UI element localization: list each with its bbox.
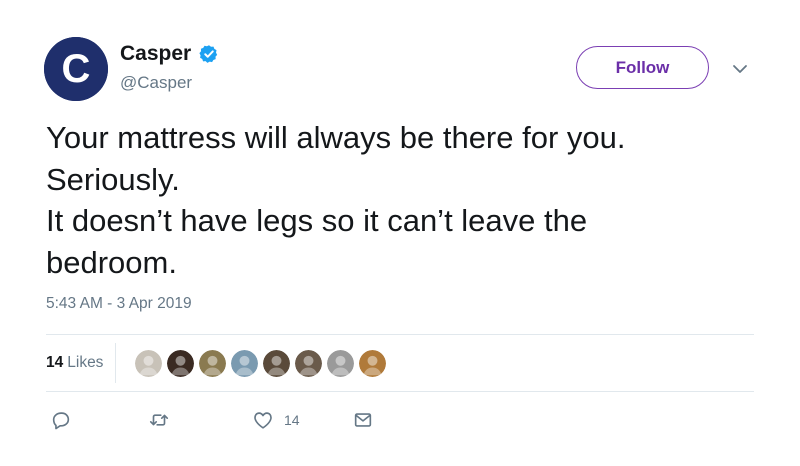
heart-icon [254,412,272,429]
direct-message-button[interactable] [352,405,374,435]
verified-icon [199,45,218,63]
liker-avatar[interactable] [294,348,324,378]
liker-avatar[interactable] [326,348,356,378]
reply-icon [52,412,70,430]
user-avatar-icon [295,349,323,377]
liker-avatar[interactable] [134,348,164,378]
liker-avatar[interactable] [262,348,292,378]
tweet-text-line: bedroom. [46,244,177,280]
likes-separator [115,343,117,383]
liker-avatar[interactable] [198,348,228,378]
tweet-text-line: Seriously. [46,161,180,197]
liker-avatars [134,348,388,378]
message-icon [354,413,372,427]
retweet-icon [149,414,169,426]
tweet-timestamp[interactable]: 5:43 AM - 3 Apr 2019 [46,294,192,314]
likes-label: Likes [67,354,104,371]
liker-avatar[interactable] [358,348,388,378]
author-name-row: Casper [120,42,219,66]
tweet-actions: 14 [46,405,754,435]
casper-avatar[interactable]: C [44,37,108,101]
like-count: 14 [284,412,300,428]
likes-row: 14 Likes [46,335,754,391]
reply-button[interactable] [50,405,72,435]
user-avatar-icon [359,349,387,377]
like-button[interactable]: 14 [252,405,300,435]
user-avatar-icon [327,349,355,377]
display-name[interactable]: Casper [120,42,191,66]
tweet-text-line: Your mattress will always be there for y… [46,120,626,155]
user-avatar-icon [231,349,259,377]
tweet-text-line: It doesn’t have legs so it can’t leave t… [46,203,588,238]
user-avatar-icon [167,349,195,377]
chevron-down-icon[interactable] [731,60,749,78]
likes-count[interactable]: 14 Likes [46,353,103,373]
svg-text:C: C [62,47,91,91]
casper-logo: C [44,37,108,101]
divider [46,391,754,392]
user-avatar-icon [263,349,291,377]
author-handle[interactable]: @Casper [120,73,192,93]
liker-avatar[interactable] [230,348,260,378]
tweet-card: C Casper @Casper Follow Your mattress wi… [0,0,800,466]
user-avatar-icon [199,349,227,377]
follow-button[interactable]: Follow [576,46,709,89]
retweet-button[interactable] [148,405,170,435]
user-avatar-icon [135,349,163,377]
tweet-text: Your mattress will always be there for y… [46,117,766,283]
likes-number: 14 [46,354,64,371]
liker-avatar[interactable] [166,348,196,378]
